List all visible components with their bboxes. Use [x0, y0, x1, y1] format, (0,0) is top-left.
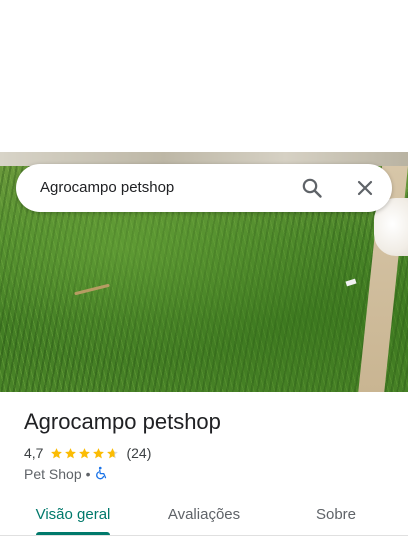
wheelchair-icon [95, 466, 109, 483]
place-category: Pet Shop [24, 466, 82, 482]
star-icon [107, 447, 119, 458]
close-icon[interactable] [353, 176, 377, 200]
search-icon[interactable] [300, 176, 324, 200]
photo-paper [345, 278, 357, 287]
rating-stars [50, 447, 120, 460]
search-bar[interactable]: Agrocampo petshop [16, 164, 392, 212]
review-count[interactable]: (24) [126, 445, 151, 461]
rating-row[interactable]: 4,7 (24) [24, 444, 151, 462]
search-input[interactable]: Agrocampo petshop [40, 179, 174, 196]
category-row: Pet Shop • [24, 465, 109, 483]
tab-visao-geral[interactable]: Visão geral [24, 492, 122, 536]
tab-avaliacoes[interactable]: Avaliações [154, 492, 254, 536]
star-icon [51, 447, 63, 458]
star-icon [65, 447, 77, 458]
tabs-divider [0, 535, 408, 536]
star-icon [93, 447, 105, 458]
category-separator: • [85, 466, 91, 482]
place-title: Agrocampo petshop [24, 409, 221, 434]
rating-value: 4,7 [24, 445, 44, 461]
photo-stick [74, 283, 110, 296]
star-icon [79, 447, 91, 458]
tab-sobre[interactable]: Sobre [296, 492, 376, 536]
tab-bar: Visão geral Avaliações Sobre [0, 492, 408, 536]
